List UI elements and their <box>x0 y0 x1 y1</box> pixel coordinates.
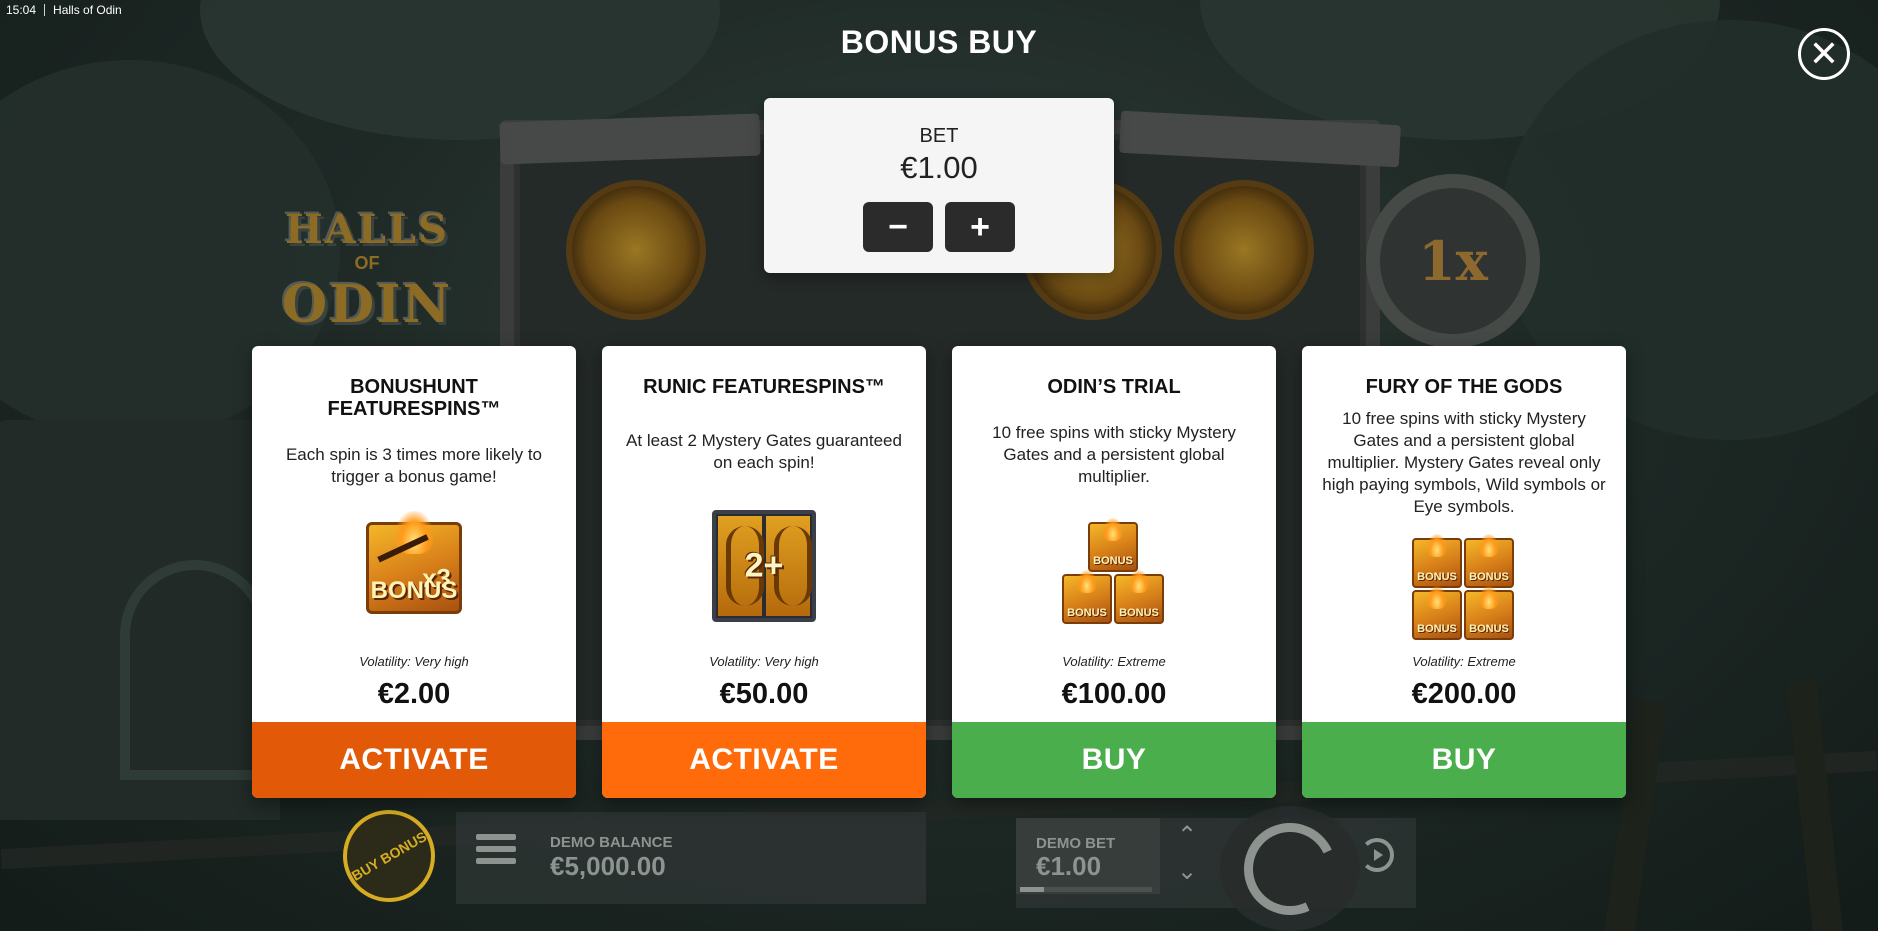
bonus-card-bonushunt: BONUSHUNT FEATURESPINS™ Each spin is 3 t… <box>252 346 576 798</box>
bonus-card-odins-trial: ODIN’S TRIAL 10 free spins with sticky M… <box>952 346 1276 798</box>
decrease-bet-button[interactable]: − <box>863 202 933 252</box>
status-separator <box>44 4 46 16</box>
four-bonus-tiles-icon: BONUS BONUS BONUS BONUS <box>1412 534 1516 644</box>
bonus-cards: BONUSHUNT FEATURESPINS™ Each spin is 3 t… <box>252 346 1626 798</box>
spin-button[interactable] <box>1220 806 1360 931</box>
card-description: At least 2 Mystery Gates guaranteed on e… <box>626 431 902 472</box>
autoplay-icon[interactable] <box>1360 838 1394 872</box>
mystery-gates-2plus-icon: 2+ <box>712 510 816 622</box>
status-app-title: Halls of Odin <box>53 3 122 17</box>
increase-bet-button[interactable]: + <box>945 202 1015 252</box>
card-description: Each spin is 3 times more likely to trig… <box>285 445 543 486</box>
bet-up-arrow-icon[interactable]: ⌃ <box>1172 824 1202 848</box>
card-price: €100.00 <box>1061 678 1167 710</box>
status-time: 15:04 <box>6 3 37 17</box>
bet-down-arrow-icon[interactable]: ⌄ <box>1172 860 1202 884</box>
card-title: RUNIC FEATURESPINS™ <box>643 376 885 398</box>
card-title: FURY OF THE GODS <box>1365 376 1563 398</box>
demo-bet-value: €1.00 <box>1036 851 1102 881</box>
hud-left-panel <box>456 812 926 904</box>
bonushunt-x3-bonus-icon: x3 BONUS <box>366 511 462 614</box>
spin-icon <box>1231 809 1349 928</box>
card-volatility: Volatility: Very high <box>709 654 819 669</box>
buy-button[interactable]: BUY <box>1302 722 1626 798</box>
bet-value: €1.00 <box>900 150 978 185</box>
activate-button[interactable]: ACTIVATE <box>252 722 576 798</box>
balance-value: €5,000.00 <box>550 851 666 881</box>
card-volatility: Volatility: Extreme <box>1062 654 1166 669</box>
card-price: €50.00 <box>719 678 809 710</box>
balance-label: DEMO BALANCE <box>550 834 673 851</box>
demo-bet-label: DEMO BET <box>1036 835 1116 852</box>
three-bonus-tiles-icon: BONUS BONUS BONUS <box>1062 518 1166 628</box>
bet-controls: − + <box>863 202 1015 252</box>
bet-level-bar <box>1020 887 1152 892</box>
bonus-card-fury-of-the-gods: FURY OF THE GODS 10 free spins with stic… <box>1302 346 1626 798</box>
icon-bonus-text: BONUS <box>370 577 458 604</box>
close-icon[interactable]: ✕ <box>1798 28 1850 80</box>
card-description: 10 free spins with sticky Mystery Gates … <box>992 423 1236 486</box>
status-bar: 15:04 Halls of Odin <box>0 0 122 20</box>
activate-button[interactable]: ACTIVATE <box>602 722 926 798</box>
bet-label: BET <box>919 125 959 147</box>
card-price: €200.00 <box>1411 678 1517 710</box>
hamburger-menu-icon[interactable] <box>476 834 516 872</box>
bonus-card-runic: RUNIC FEATURESPINS™ At least 2 Mystery G… <box>602 346 926 798</box>
bet-level-fill <box>1020 887 1044 892</box>
card-volatility: Volatility: Extreme <box>1412 654 1516 669</box>
modal-title: BONUS BUY <box>840 24 1038 60</box>
card-volatility: Volatility: Very high <box>359 654 469 669</box>
buy-button[interactable]: BUY <box>952 722 1276 798</box>
card-title: ODIN’S TRIAL <box>1047 376 1181 398</box>
card-title: BONUSHUNT FEATURESPINS™ <box>327 376 501 420</box>
bet-panel: BET €1.00 − + <box>764 98 1114 273</box>
icon-badge-text: 2+ <box>744 546 784 585</box>
card-description: 10 free spins with sticky Mystery Gates … <box>1322 409 1606 516</box>
card-price: €2.00 <box>377 678 451 710</box>
